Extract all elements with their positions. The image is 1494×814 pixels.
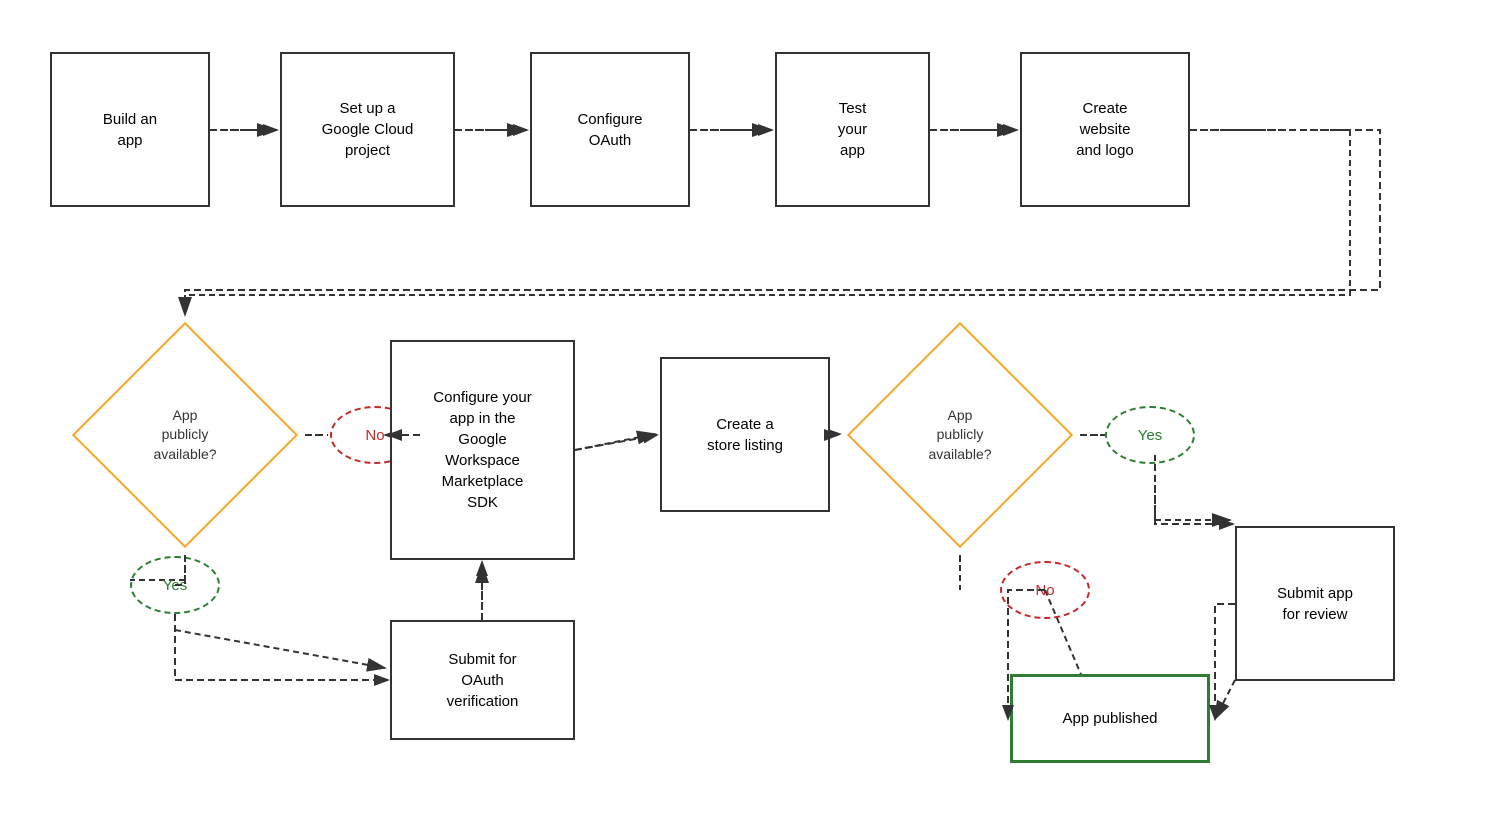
create-website-label: Create website and logo [1076,98,1134,161]
configure-oauth-label: Configure OAuth [577,109,642,151]
create-website-box: Create website and logo [1020,52,1190,207]
yes-oval-1: Yes [130,556,220,614]
create-store-label: Create a store listing [707,414,783,456]
test-app-box: Test your app [775,52,930,207]
submit-review-label: Submit app for review [1277,583,1353,625]
build-app-label: Build an app [103,109,157,151]
configure-sdk-box: Configure your app in the Google Workspa… [390,340,575,560]
flowchart-diagram: Build an app Set up a Google Cloud proje… [0,0,1494,814]
app-published-label: App published [1062,708,1157,729]
no-oval-2: No [1000,561,1090,619]
submit-oauth-box: Submit for OAuth verification [390,620,575,740]
no-oval-2-label: No [1035,582,1054,599]
diamond1-label: Apppubliclyavailable? [153,406,216,465]
setup-gcp-box: Set up a Google Cloud project [280,52,455,207]
submit-oauth-label: Submit for OAuth verification [447,649,519,712]
yes-oval-1-label: Yes [163,577,187,594]
diamond2-wrap: Apppubliclyavailable? [840,315,1080,555]
build-app-box: Build an app [50,52,210,207]
app-published-box: App published [1010,674,1210,763]
configure-sdk-label: Configure your app in the Google Workspa… [433,387,531,513]
yes-oval-2: Yes [1105,406,1195,464]
configure-oauth-box: Configure OAuth [530,52,690,207]
create-store-box: Create a store listing [660,357,830,512]
test-app-label: Test your app [838,98,867,161]
setup-gcp-label: Set up a Google Cloud project [322,98,414,161]
diamond1-wrap: Apppubliclyavailable? [65,315,305,555]
yes-oval-2-label: Yes [1138,427,1162,444]
no-oval-1-label: No [365,427,384,444]
submit-review-box: Submit app for review [1235,526,1395,681]
diamond2-label: Apppubliclyavailable? [928,406,991,465]
